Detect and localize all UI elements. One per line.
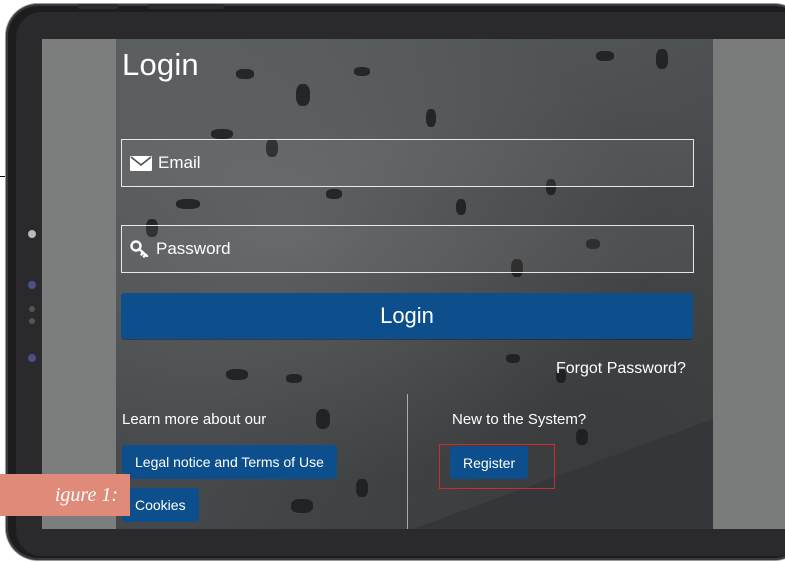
key-icon xyxy=(130,240,150,258)
sensor-dot-icon xyxy=(28,354,36,362)
section-divider xyxy=(407,394,408,529)
tablet-button-top-left xyxy=(78,4,118,9)
page-title: Login xyxy=(122,47,199,82)
camera-icon xyxy=(28,230,36,238)
login-button[interactable]: Login xyxy=(121,293,693,339)
sensor-dot-icon xyxy=(28,281,36,289)
legal-notice-button[interactable]: Legal notice and Terms of Use xyxy=(122,445,337,479)
envelope-icon xyxy=(130,155,152,171)
email-input[interactable] xyxy=(158,153,693,173)
new-to-system-text: New to the System? xyxy=(452,411,587,428)
learn-more-text: Learn more about our xyxy=(122,411,267,428)
password-field[interactable] xyxy=(121,225,694,273)
screen-side-panel xyxy=(713,39,785,529)
email-field[interactable] xyxy=(121,139,694,187)
tablet-button-top-right xyxy=(148,4,224,9)
login-screen: Login Login Forgot Password? Learn more … xyxy=(42,39,785,529)
register-highlight-box xyxy=(439,444,555,489)
forgot-password-link[interactable]: Forgot Password? xyxy=(556,360,686,378)
figure-caption-text: igure 1: xyxy=(54,483,118,506)
cookies-button[interactable]: Cookies xyxy=(122,488,199,522)
sensor-dot-icon xyxy=(29,306,35,312)
sensor-dot-icon xyxy=(29,318,35,324)
password-input[interactable] xyxy=(156,239,693,259)
figure-caption: igure 1: xyxy=(0,474,130,516)
